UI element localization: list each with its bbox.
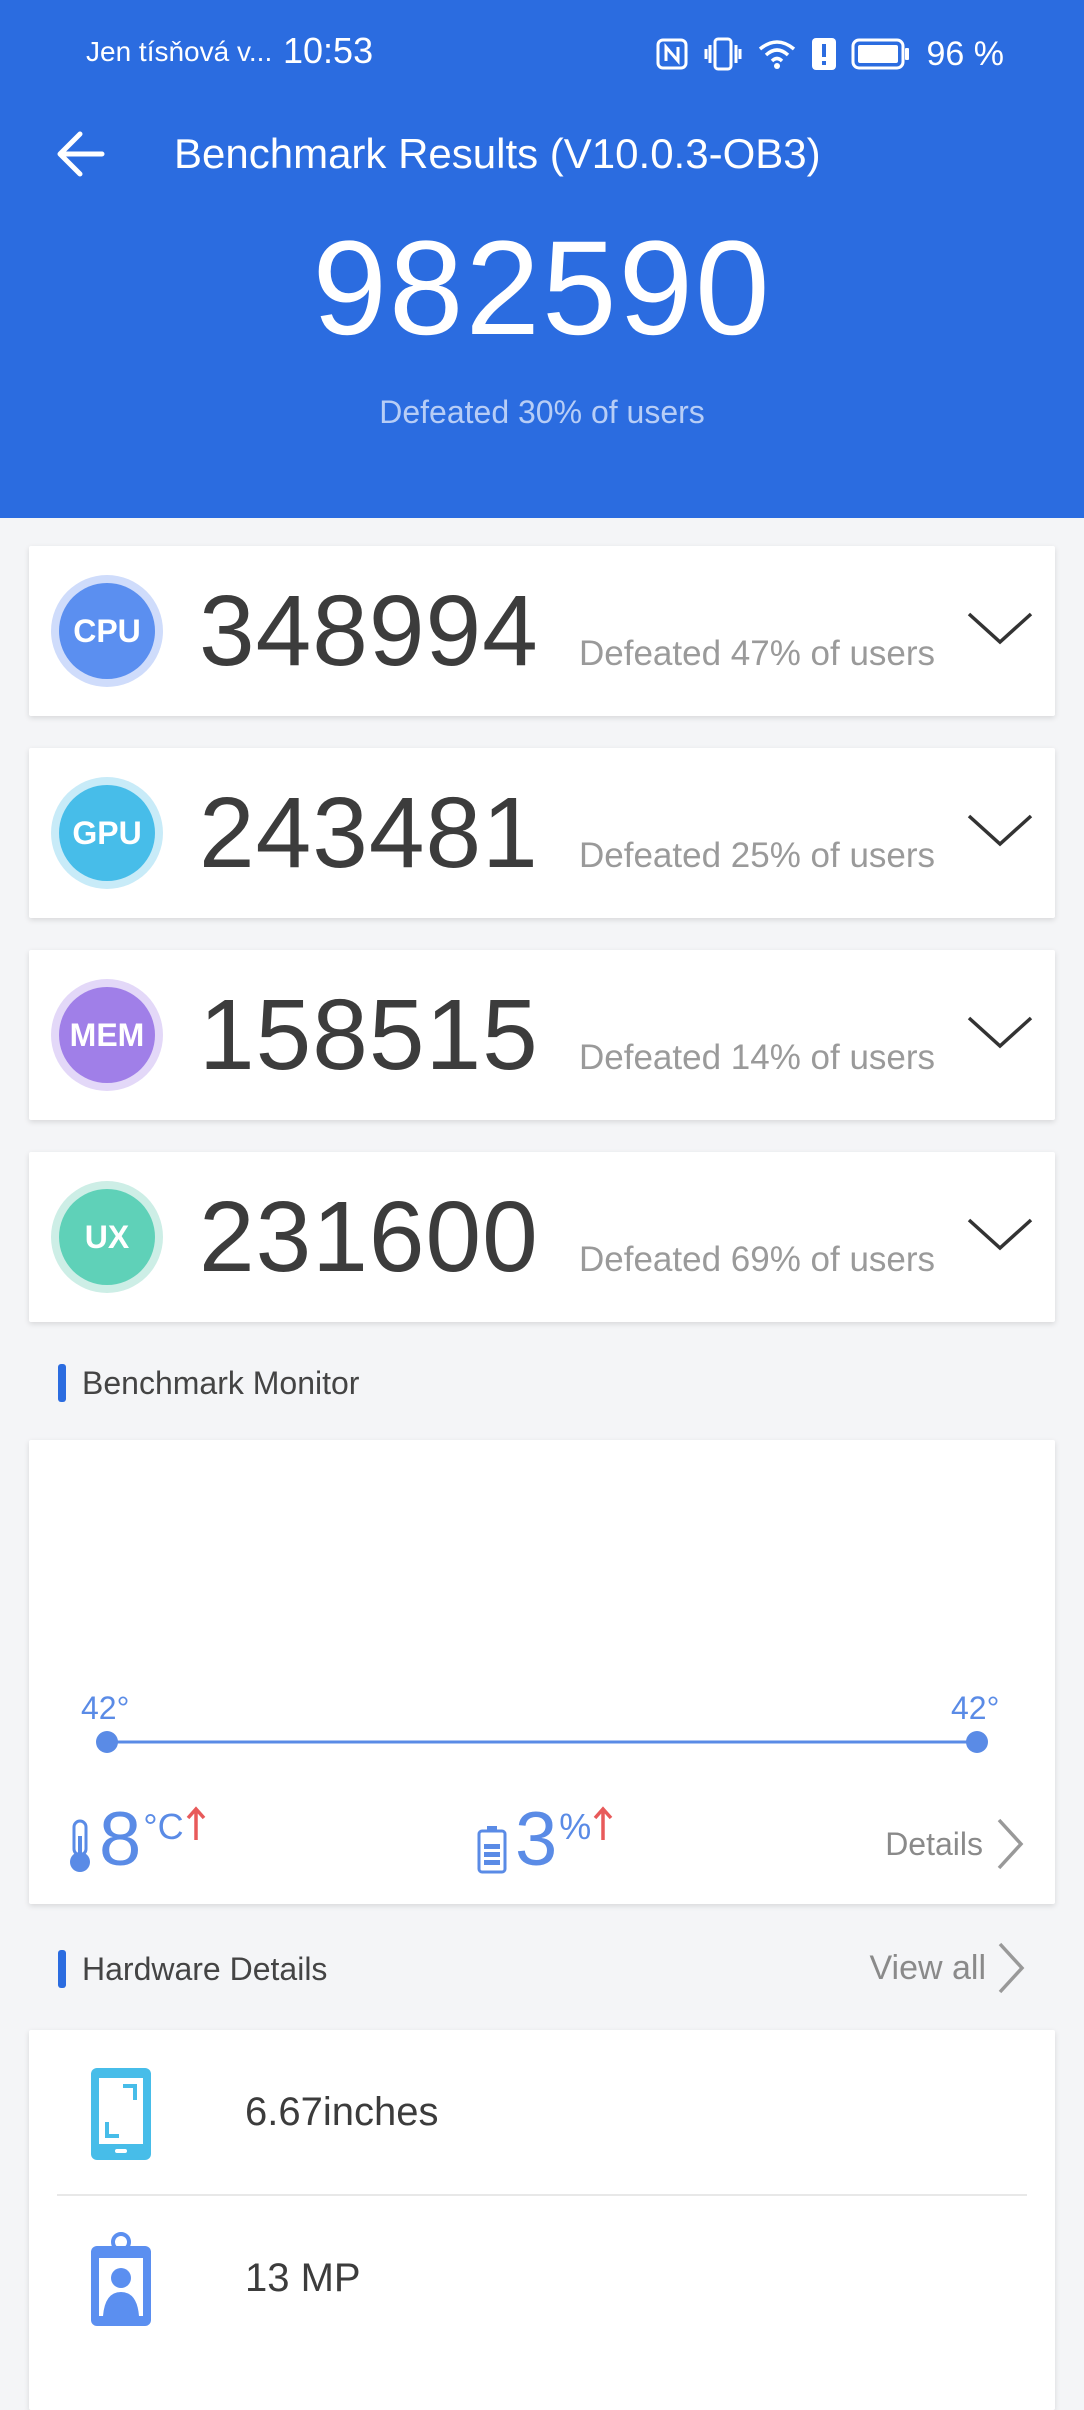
temp-rise-value: 8: [99, 1797, 142, 1882]
benchmark-monitor-title: Benchmark Monitor: [82, 1364, 360, 1401]
vibrate-icon: [704, 37, 741, 71]
battery-level-icon: [477, 1826, 507, 1874]
total-defeated-label: Defeated 30% of users: [379, 394, 705, 430]
thermometer-icon: [70, 1819, 90, 1872]
ux-score-card[interactable]: UX 231600 Defeated 69% of users: [29, 1152, 1055, 1322]
screen-size-icon: [91, 2068, 151, 2160]
alert-icon: [811, 38, 836, 70]
cpu-score-value: 348994: [199, 575, 539, 687]
total-score: 982590: [312, 214, 772, 363]
chevron-down-icon[interactable]: [965, 808, 1035, 852]
ux-defeated-label: Defeated 69% of users: [579, 1240, 936, 1279]
details-label: Details: [885, 1825, 983, 1862]
cpu-defeated-label: Defeated 47% of users: [579, 634, 936, 673]
mem-badge: MEM: [51, 979, 163, 1091]
status-icons: 96 %: [655, 30, 1005, 78]
gpu-score-value: 243481: [199, 777, 539, 889]
section-accent-bar: [58, 1364, 66, 1402]
hardware-details-heading: Hardware Details: [58, 1950, 327, 1988]
hardware-details-card: 6.67inches 13 MP: [29, 2030, 1055, 2410]
battery-icon: [851, 38, 909, 70]
cpu-score-card[interactable]: CPU 348994 Defeated 47% of users: [29, 546, 1055, 716]
mem-score-value: 158515: [199, 979, 539, 1091]
temp-end-label: 42°: [951, 1690, 1000, 1726]
chevron-down-icon[interactable]: [965, 1010, 1035, 1054]
camera-value: 13 MP: [245, 2256, 361, 2300]
chevron-down-icon[interactable]: [965, 606, 1035, 650]
temp-rise-unit: °C: [143, 1806, 184, 1847]
chevron-right-icon: [997, 1818, 1024, 1870]
arrow-up-icon: [186, 1806, 205, 1840]
ux-badge-label: UX: [59, 1189, 155, 1285]
battery-percent: 96 %: [926, 34, 1005, 73]
view-all-label: View all: [869, 1948, 986, 1987]
gpu-badge-label: GPU: [59, 785, 155, 881]
temperature-line: [96, 1731, 988, 1753]
wifi-icon: [758, 40, 795, 69]
ux-badge: UX: [51, 1181, 163, 1293]
carrier-label: Jen tísňová v...: [86, 36, 273, 67]
mem-badge-label: MEM: [59, 987, 155, 1083]
benchmark-monitor-card: 42° 42° 8 °C 3 % Details: [29, 1440, 1055, 1904]
ux-score-value: 231600: [199, 1181, 539, 1293]
header: Jen tísňová v... 10:53 96 % Benchmark Re…: [0, 0, 1084, 518]
page-title: Benchmark Results (V10.0.3-OB3): [174, 130, 821, 177]
nfc-icon: [656, 38, 687, 70]
gpu-defeated-label: Defeated 25% of users: [579, 836, 936, 875]
battery-drop: 3 %: [477, 1802, 613, 1878]
camera-id-icon: [91, 2232, 151, 2326]
view-all-link[interactable]: View all: [869, 1940, 1026, 1996]
gpu-score-card[interactable]: GPU 243481 Defeated 25% of users: [29, 748, 1055, 918]
monitor-details-link[interactable]: Details: [885, 1816, 1025, 1872]
battery-drop-unit: %: [559, 1806, 592, 1847]
arrow-up-icon: [593, 1806, 613, 1840]
hardware-row-screen[interactable]: 6.67inches: [57, 2030, 1027, 2196]
status-bar: Jen tísňová v... 10:53 96 %: [0, 0, 1084, 110]
chevron-down-icon[interactable]: [965, 1212, 1035, 1256]
benchmark-monitor-heading: Benchmark Monitor: [58, 1364, 359, 1402]
gpu-badge: GPU: [51, 777, 163, 889]
chevron-right-icon: [998, 1942, 1025, 1994]
cpu-badge: CPU: [51, 575, 163, 687]
temp-end-point: [966, 1731, 988, 1753]
battery-drop-value: 3: [515, 1797, 558, 1882]
section-accent-bar: [58, 1950, 66, 1988]
status-clock: 10:53: [283, 30, 374, 71]
mem-defeated-label: Defeated 14% of users: [579, 1038, 936, 1077]
back-arrow-icon[interactable]: [52, 126, 108, 182]
cpu-badge-label: CPU: [59, 583, 155, 679]
hardware-details-title: Hardware Details: [82, 1950, 328, 1987]
mem-score-card[interactable]: MEM 158515 Defeated 14% of users: [29, 950, 1055, 1120]
screen-size-value: 6.67inches: [245, 2090, 439, 2134]
temperature-rise: 8 °C: [65, 1802, 206, 1878]
temp-start-point: [96, 1731, 118, 1753]
temp-start-label: 42°: [81, 1690, 130, 1726]
hardware-row-camera[interactable]: 13 MP: [57, 2196, 1027, 2362]
